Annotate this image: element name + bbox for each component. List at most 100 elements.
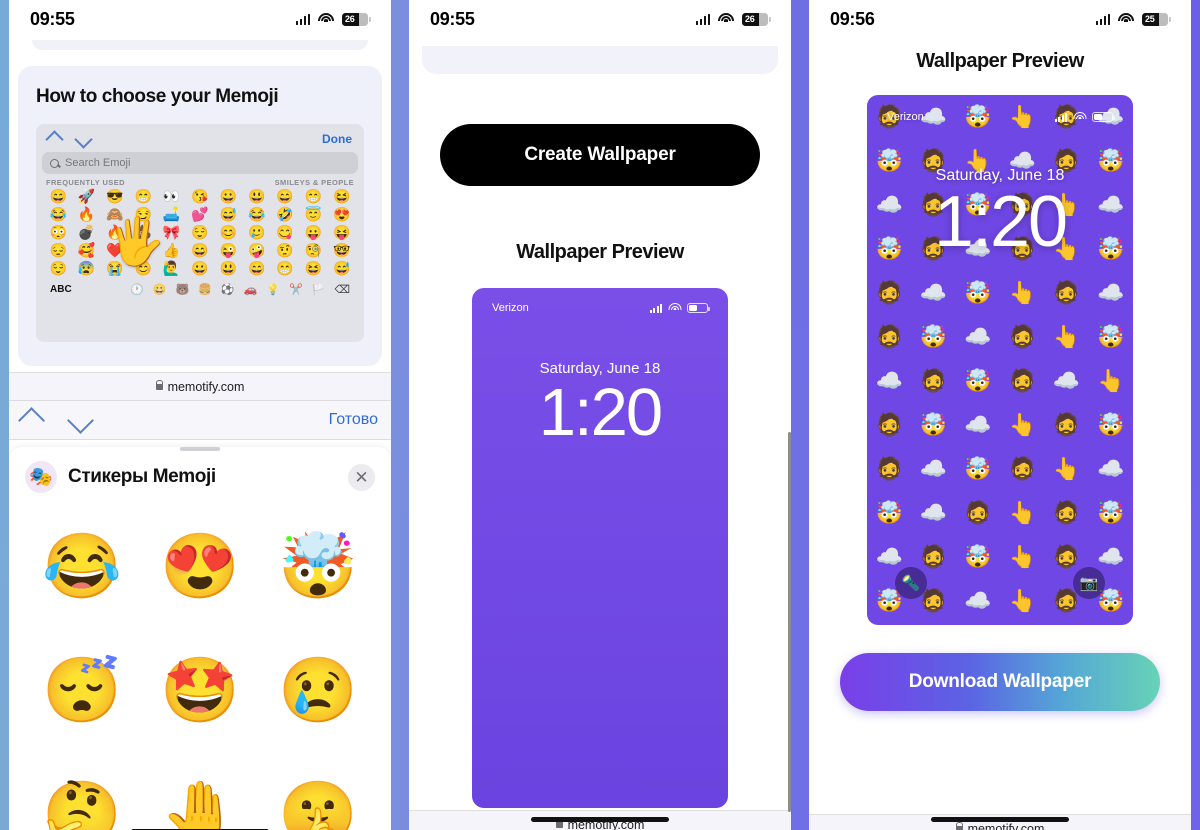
emoji-key[interactable]: ❤️ (101, 242, 129, 259)
emoji-key[interactable]: 😎 (101, 188, 129, 205)
memoji-tile[interactable]: 🤯 (1089, 403, 1133, 447)
sticker-item[interactable]: 😢 (259, 631, 377, 749)
memoji-tile[interactable]: 🤯 (956, 447, 1000, 491)
flashlight-icon[interactable]: 🔦 (895, 567, 927, 599)
emoji-key[interactable]: 😃 (243, 188, 271, 205)
emoji-key[interactable]: 😁 (299, 188, 327, 205)
emoji-key[interactable]: 🚀 (72, 188, 100, 205)
memoji-tile[interactable]: 👆 (1000, 491, 1044, 535)
emoji-key[interactable]: 👀 (157, 188, 185, 205)
memoji-tile[interactable]: ☁️ (911, 447, 955, 491)
sticker-item[interactable]: 🤚 (141, 755, 259, 830)
sticker-item[interactable]: 🤯 (259, 507, 377, 625)
emoji-key[interactable]: 😊 (129, 260, 157, 277)
memoji-tile[interactable]: 🧔 (867, 315, 911, 359)
memoji-tile[interactable]: ☁️ (956, 403, 1000, 447)
emoji-key[interactable]: 🛋️ (157, 206, 185, 223)
memoji-tile[interactable]: ☁️ (1044, 359, 1088, 403)
memoji-tile[interactable]: 🧔 (1000, 315, 1044, 359)
emoji-key[interactable]: 🥲 (243, 224, 271, 241)
emoji-key[interactable]: 🔥 (101, 224, 129, 241)
emoji-key[interactable]: 😁 (129, 188, 157, 205)
memoji-tile[interactable]: ☁️ (1089, 271, 1133, 315)
download-wallpaper-button[interactable]: Download Wallpaper (840, 653, 1160, 711)
emoji-key[interactable]: 😛 (299, 224, 327, 241)
memoji-tile[interactable]: 🤯 (911, 315, 955, 359)
emoji-key[interactable]: 👍 (157, 242, 185, 259)
keyboard-category-icon[interactable]: ✂️ (289, 283, 303, 296)
emoji-key[interactable]: 💣 (72, 224, 100, 241)
memoji-tile[interactable]: 🧔 (911, 359, 955, 403)
memoji-tile[interactable]: 🧔 (1044, 271, 1088, 315)
emoji-key[interactable]: 🔥 (72, 206, 100, 223)
emoji-key[interactable]: 😝 (328, 224, 356, 241)
emoji-key[interactable]: 🙈 (101, 206, 129, 223)
emoji-key[interactable]: 😔 (44, 242, 72, 259)
emoji-key[interactable]: 😍 (328, 206, 356, 223)
page-scroll-area[interactable]: Wallpaper Preview 🧔☁️🤯👆🧔☁️🤯🧔👆☁️🧔🤯☁️🧔🤯🧔👆☁… (800, 50, 1200, 814)
emoji-key[interactable]: 😄 (243, 260, 271, 277)
browser-address-bar[interactable]: memotify.com (0, 372, 400, 400)
camera-icon[interactable]: 📷 (1073, 567, 1105, 599)
sticker-item[interactable]: 😴 (23, 631, 141, 749)
close-icon[interactable]: ✕ (348, 463, 375, 491)
emoji-key[interactable]: 😂 (243, 206, 271, 223)
memoji-tile[interactable]: ☁️ (911, 271, 955, 315)
memoji-tile[interactable]: 🧔 (1044, 403, 1088, 447)
memoji-tile[interactable]: 🤯 (1089, 315, 1133, 359)
chevron-up-icon[interactable] (18, 406, 45, 434)
sticker-item[interactable]: 😍 (141, 507, 259, 625)
emoji-key[interactable]: 🧐 (299, 242, 327, 259)
page-scroll-area[interactable]: How to choose your Memoji Done Search Em… (0, 40, 400, 372)
emoji-key[interactable]: 😏 (129, 206, 157, 223)
sticker-item[interactable]: 🤫 (259, 755, 377, 830)
emoji-key[interactable]: 😅 (328, 260, 356, 277)
memoji-tile[interactable]: 🧔 (956, 491, 1000, 535)
emoji-key[interactable]: 🤓 (328, 242, 356, 259)
keyboard-category-icon[interactable]: 🚗 (244, 283, 258, 296)
keyboard-category-icon[interactable]: 🕐 (130, 283, 144, 296)
memoji-tile[interactable]: ☁️ (911, 491, 955, 535)
emoji-key[interactable]: 😁 (271, 260, 299, 277)
memoji-tile[interactable]: 👆 (1000, 271, 1044, 315)
emoji-key[interactable]: 😰 (72, 260, 100, 277)
keyboard-category-icon[interactable]: 😀 (153, 283, 167, 296)
emoji-key[interactable]: 🤨 (271, 242, 299, 259)
memoji-tile[interactable]: ☁️ (1089, 447, 1133, 491)
keyboard-category-icon[interactable]: ⌫ (334, 283, 350, 296)
emoji-key[interactable]: 🤪 (243, 242, 271, 259)
memoji-tile[interactable]: ☁️ (956, 315, 1000, 359)
keyboard-category-icon[interactable]: ⚽ (221, 283, 235, 296)
memoji-tile[interactable]: 🤯 (867, 491, 911, 535)
memoji-tile[interactable]: 🤯 (911, 403, 955, 447)
emoji-key[interactable]: 😌 (186, 224, 214, 241)
keyboard-category-icon[interactable]: 💡 (266, 283, 280, 296)
emoji-key[interactable]: 😊 (214, 224, 242, 241)
memoji-tile[interactable]: 🤯 (956, 271, 1000, 315)
memoji-tile[interactable]: 🧔 (1044, 491, 1088, 535)
sticker-item[interactable]: 😂 (23, 507, 141, 625)
keyboard-category-icon[interactable]: 🍔 (198, 283, 212, 296)
memoji-tile[interactable]: 🤯 (1089, 491, 1133, 535)
memoji-tile[interactable]: 🧔 (867, 271, 911, 315)
memoji-tile[interactable]: 👆 (1044, 447, 1088, 491)
emoji-key[interactable]: 😌 (44, 260, 72, 277)
emoji-key[interactable]: 😆 (328, 188, 356, 205)
sticker-item[interactable]: 🤔 (23, 755, 141, 830)
emoji-key[interactable]: ☺️ (129, 242, 157, 259)
memoji-tile[interactable]: 🧔 (867, 447, 911, 491)
chevron-down-icon[interactable] (67, 406, 94, 434)
sticker-item[interactable]: 🤩 (141, 631, 259, 749)
emoji-key[interactable]: 😳 (44, 224, 72, 241)
create-wallpaper-button[interactable]: Create Wallpaper (440, 124, 760, 186)
accessory-done-button[interactable]: Готово (329, 411, 378, 429)
emoji-key[interactable]: 😀 (214, 188, 242, 205)
emoji-key[interactable]: 😀 (186, 260, 214, 277)
emoji-key[interactable]: 😃 (214, 260, 242, 277)
emoji-key[interactable]: 🙋‍♂️ (157, 260, 185, 277)
emoji-key[interactable]: 🤣 (271, 206, 299, 223)
emoji-key[interactable]: 😇 (299, 206, 327, 223)
emoji-key[interactable]: 😘 (186, 188, 214, 205)
memoji-tile[interactable]: 🤯 (956, 359, 1000, 403)
emoji-key[interactable]: 🎀 (157, 224, 185, 241)
